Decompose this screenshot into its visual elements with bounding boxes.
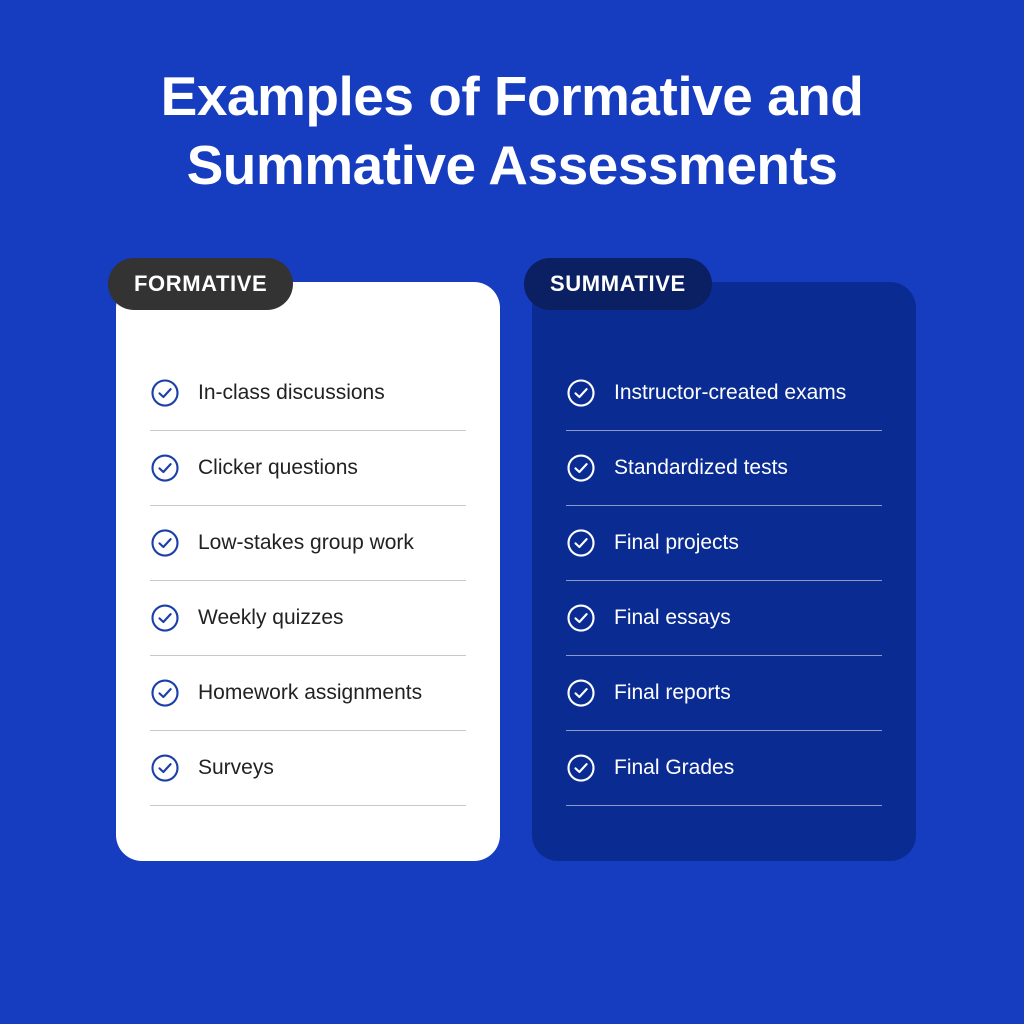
page-title-line-1: Examples of Formative and <box>160 65 864 127</box>
list-item: Final reports <box>566 656 882 730</box>
check-circle-icon <box>567 529 595 557</box>
check-circle-icon <box>151 454 179 482</box>
list-item-label: Low-stakes group work <box>198 531 414 555</box>
list-item-label: Final Grades <box>614 756 735 780</box>
summative-tab[interactable]: SUMMATIVE <box>524 258 712 310</box>
list-item: Instructor-created exams <box>566 356 882 430</box>
list-item-label: In-class discussions <box>198 381 385 405</box>
list-item-label: Final reports <box>614 681 731 705</box>
list-item: Standardized tests <box>566 431 882 505</box>
check-circle-icon <box>567 679 595 707</box>
list-item-label: Weekly quizzes <box>198 606 344 630</box>
check-circle-icon <box>151 754 179 782</box>
list-item-label: Standardized tests <box>614 456 788 480</box>
check-circle-icon <box>151 604 179 632</box>
list-item-label: Surveys <box>198 756 274 780</box>
list-item: Final Grades <box>566 731 882 805</box>
list-item: Final projects <box>566 506 882 580</box>
list-divider <box>150 805 466 806</box>
formative-list: In-class discussions Clicker questions Low… <box>150 356 466 806</box>
list-item: Weekly quizzes <box>150 581 466 655</box>
list-item: Clicker questions <box>150 431 466 505</box>
formative-tab[interactable]: FORMATIVE <box>108 258 294 310</box>
list-item: Homework assignments <box>150 656 466 730</box>
page-title-line-2: Summative Assessments <box>186 133 838 196</box>
check-circle-icon <box>567 454 595 482</box>
list-item: Surveys <box>150 731 466 805</box>
assessment-columns: In-class discussions Clicker questions Low… <box>0 258 1024 878</box>
list-item: Low-stakes group work <box>150 506 466 580</box>
list-item: Final essays <box>566 581 882 655</box>
list-item: In-class discussions <box>150 356 466 430</box>
list-divider <box>566 805 882 806</box>
formative-card: In-class discussions Clicker questions Low… <box>116 282 500 861</box>
summative-card: Instructor-created exams Standardized tes… <box>532 282 916 861</box>
check-circle-icon <box>567 754 595 782</box>
list-item-label: Instructor-created exams <box>614 381 847 405</box>
check-circle-icon <box>151 379 179 407</box>
list-item-label: Final projects <box>614 531 739 555</box>
list-item-label: Final essays <box>614 606 731 630</box>
check-circle-icon <box>151 679 179 707</box>
summative-tab-label: SUMMATIVE <box>550 271 686 296</box>
list-item-label: Clicker questions <box>198 456 358 480</box>
check-circle-icon <box>567 604 595 632</box>
formative-tab-label: FORMATIVE <box>134 271 268 296</box>
infographic-poster: Examples of Formative and Summative Asse… <box>0 0 1024 1024</box>
summative-column: Instructor-created exams Standardized tes… <box>524 258 916 878</box>
check-circle-icon <box>151 529 179 557</box>
check-circle-icon <box>567 379 595 407</box>
list-item-label: Homework assignments <box>198 681 423 705</box>
summative-list: Instructor-created exams Standardized tes… <box>566 356 882 806</box>
formative-column: In-class discussions Clicker questions Low… <box>108 258 500 878</box>
page-title: Examples of Formative and Summative Asse… <box>0 62 1024 200</box>
